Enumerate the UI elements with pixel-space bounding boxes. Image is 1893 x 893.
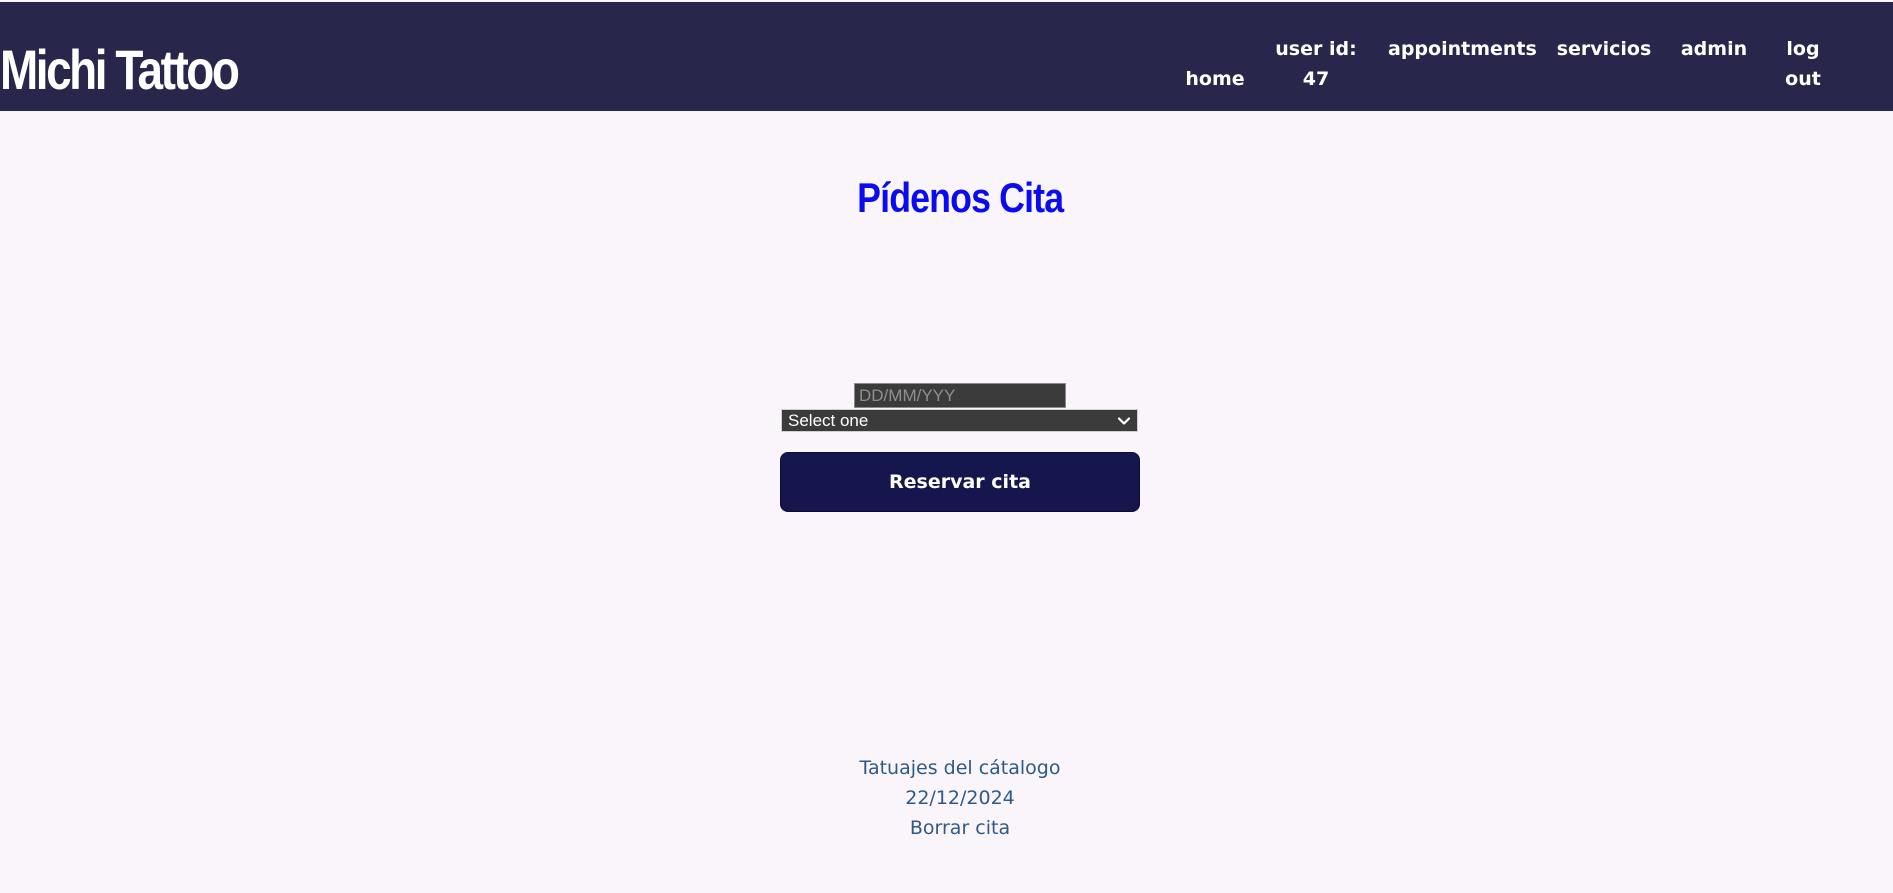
- appointment-service: Tatuajes del cátalogo: [859, 757, 1061, 779]
- nav-admin-label: admin: [1680, 38, 1748, 60]
- reserve-appointment-button[interactable]: Reservar cita: [780, 452, 1140, 512]
- nav-user-id[interactable]: user id: 47: [1272, 34, 1360, 94]
- nav-servicios-link[interactable]: servicios: [1556, 34, 1652, 64]
- page-title-text: Pídenos Cita: [856, 174, 1064, 221]
- nav-admin-link[interactable]: admin: [1676, 34, 1752, 64]
- chevron-down-icon: [1117, 417, 1131, 425]
- delete-appointment-link[interactable]: Borrar cita: [0, 813, 1893, 843]
- nav-servicios-label: servicios: [1556, 38, 1652, 60]
- page-title: Pídenos Cita: [0, 168, 1893, 228]
- appointment-summary: Tatuajes del cátalogo 22/12/2024 Borrar …: [0, 753, 1893, 843]
- appointment-date: 22/12/2024: [905, 787, 1015, 809]
- nav-logout-link[interactable]: log out: [1776, 34, 1830, 94]
- top-navbar: Michi Tattoo home user id: 47 appointmen…: [0, 2, 1893, 111]
- nav-home-label: home: [1185, 68, 1245, 90]
- date-input[interactable]: [854, 383, 1066, 408]
- logout-label-line1: log: [1786, 38, 1820, 60]
- user-id-value: 47: [1302, 68, 1330, 90]
- service-select[interactable]: Select one: [781, 409, 1138, 432]
- nav-appointments-link[interactable]: appointments: [1388, 34, 1537, 64]
- service-select-value: Select one: [788, 411, 869, 430]
- logout-label-line2: out: [1785, 68, 1821, 90]
- user-id-label: user id:: [1275, 38, 1357, 60]
- nav-home-link[interactable]: home: [1180, 64, 1250, 94]
- brand-logo[interactable]: Michi Tattoo: [0, 38, 240, 102]
- nav-appointments-label: appointments: [1388, 38, 1537, 60]
